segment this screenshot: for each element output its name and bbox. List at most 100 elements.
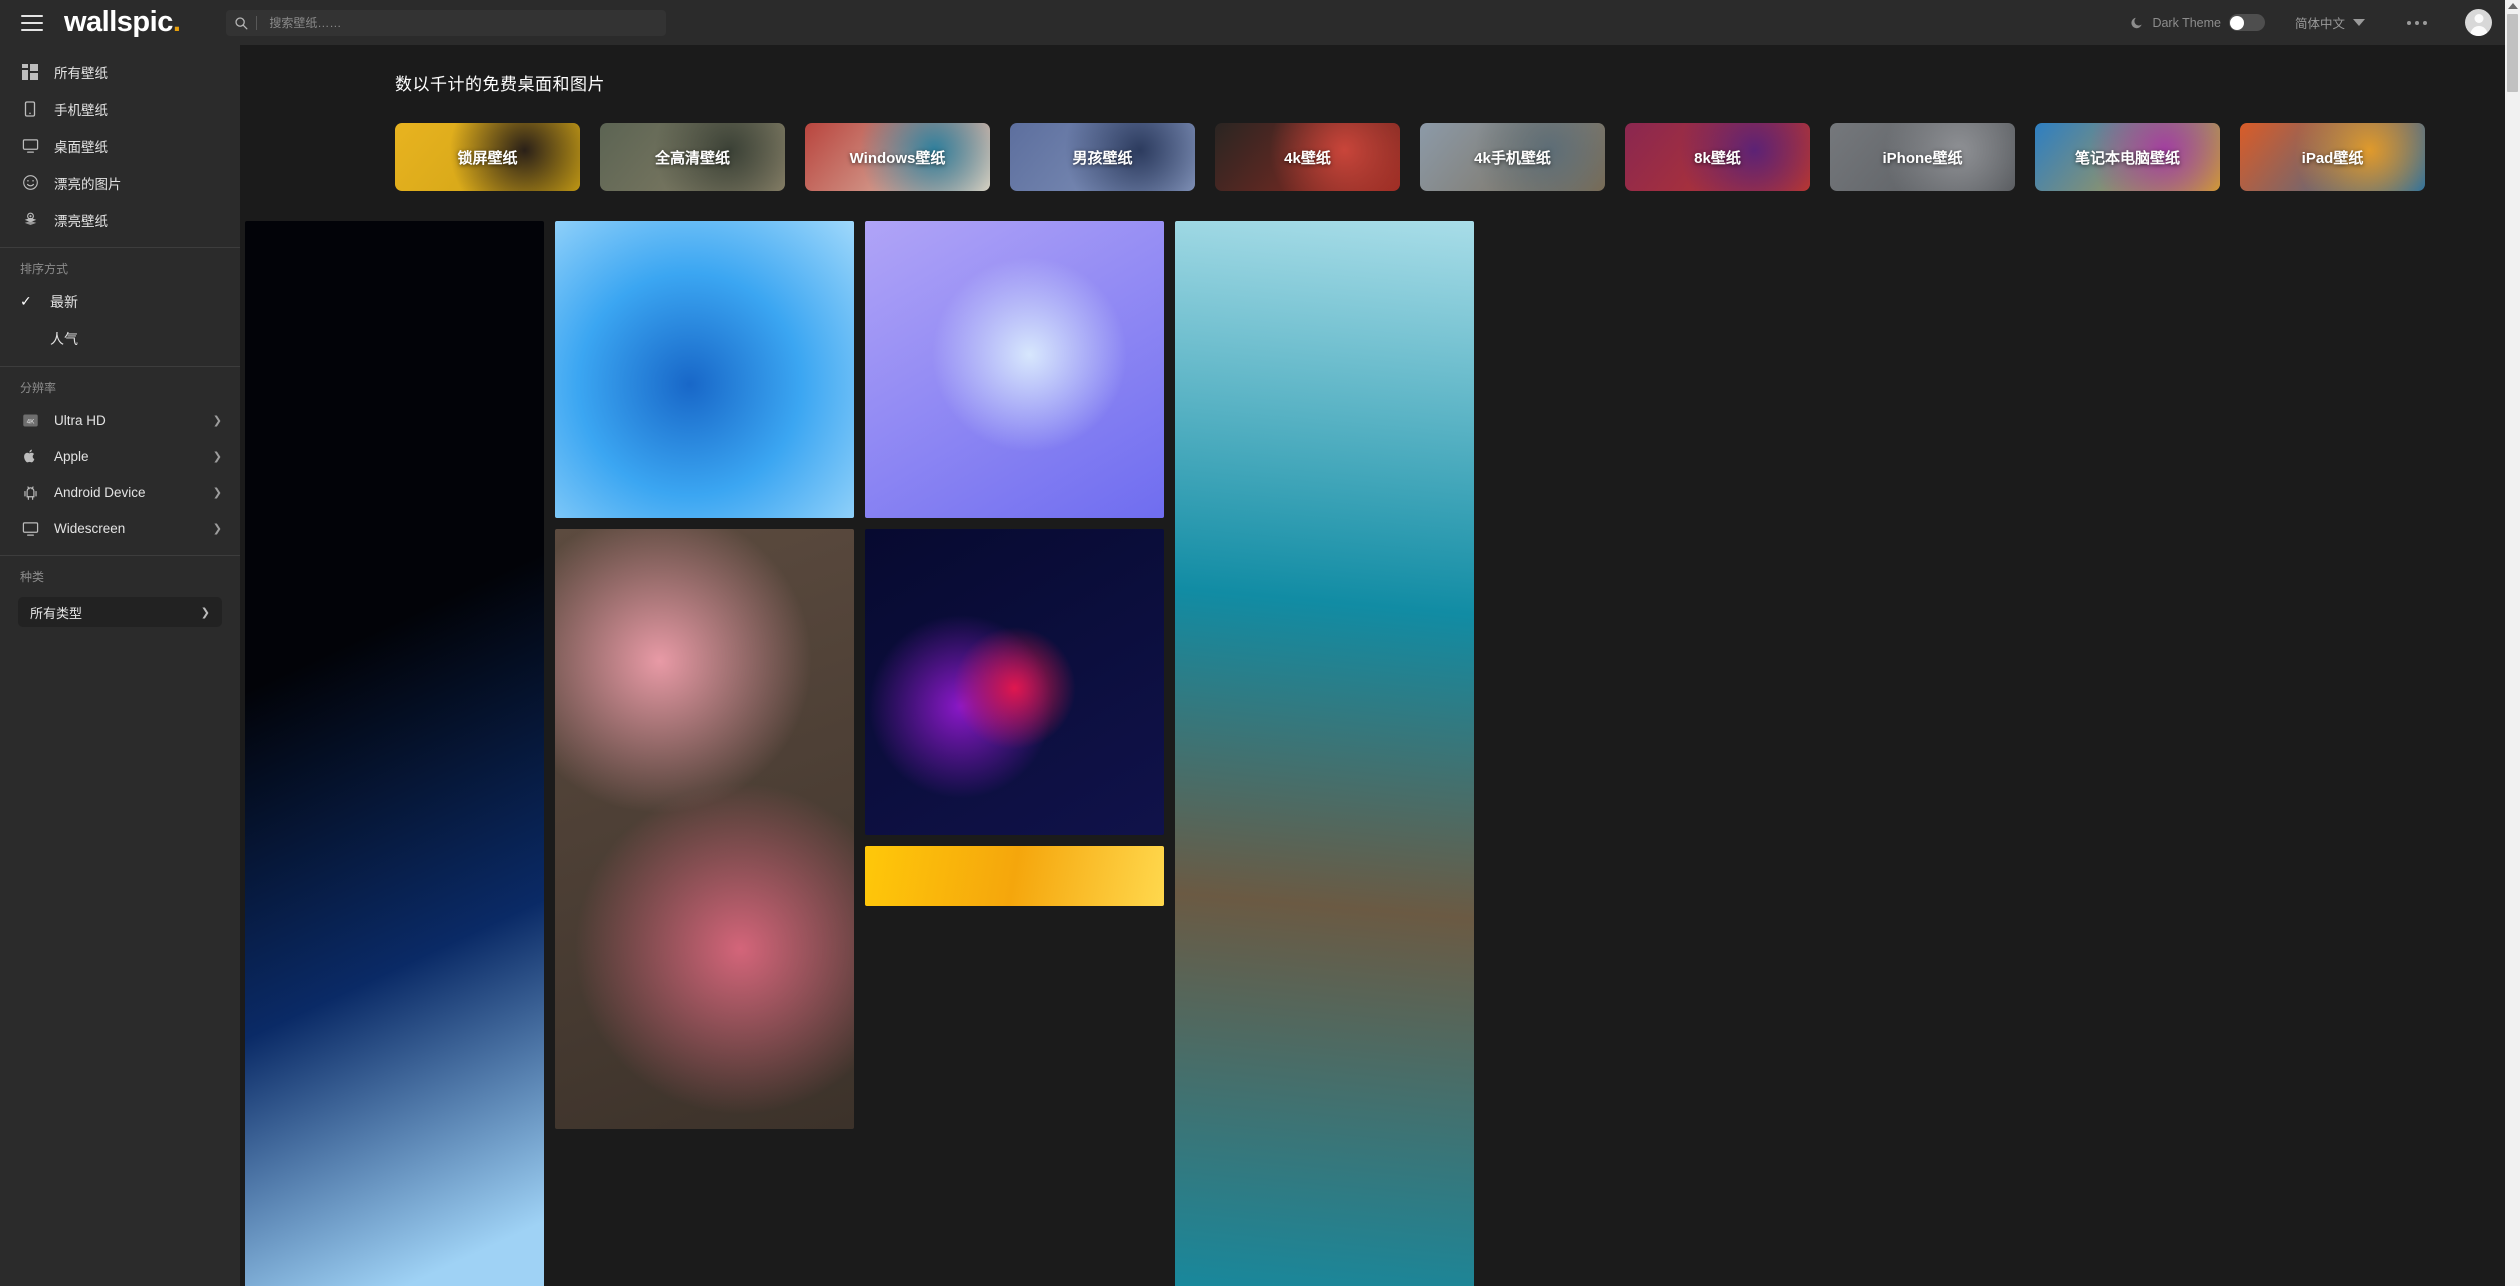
sidebar-item-label: 手机壁纸 [54, 102, 108, 118]
crystal-cube-wallpaper[interactable] [245, 221, 544, 1286]
chevron-down-icon [2353, 19, 2365, 26]
top-right-controls: Dark Theme 简体中文 [2130, 0, 2520, 45]
yellow-wallpaper[interactable] [865, 846, 1164, 906]
search-bar[interactable] [226, 9, 667, 36]
chip-label: 笔记本电脑壁纸 [2074, 149, 2180, 167]
monitor-icon [20, 518, 40, 538]
app-logo[interactable]: wallspic. [64, 6, 181, 39]
flower-icon [20, 210, 40, 230]
sidebar-item-desktop-wallpapers[interactable]: 桌面壁纸 [0, 127, 240, 164]
resolution-section-title: 分辨率 [20, 381, 57, 395]
resolution-item-label: Widescreen [54, 520, 126, 536]
chip-label: iPhone壁纸 [1882, 149, 1963, 167]
chevron-down-icon: ❯ [212, 486, 222, 499]
category-chip[interactable]: iPad壁纸 [2240, 123, 2425, 191]
gallery-column [555, 221, 854, 1286]
scroll-up-arrow-icon[interactable] [2507, 3, 2518, 9]
sidebar: 所有壁纸 手机壁纸 桌面壁纸 漂亮的图片 漂亮壁纸 排序方式 ✓ 最新 人气 分… [0, 45, 240, 1286]
gallery-column [245, 221, 544, 1286]
svg-text:4K: 4K [26, 418, 35, 425]
chevron-down-icon: ❯ [212, 450, 222, 463]
sort-option-label: 人气 [50, 330, 78, 347]
chip-label: 锁屏壁纸 [457, 149, 518, 167]
resolution-item-widescreen[interactable]: Widescreen ❯ [0, 510, 240, 546]
sidebar-item-all-wallpapers[interactable]: 所有壁纸 [0, 53, 240, 90]
wallpaper-gallery [240, 191, 2505, 1286]
sort-section-title: 排序方式 [20, 262, 69, 276]
scrollbar-thumb[interactable] [2507, 14, 2518, 92]
chip-label: 男孩壁纸 [1072, 149, 1133, 167]
resolution-item-label: Ultra HD [54, 412, 106, 428]
category-chip-row: 锁屏壁纸 全高清壁纸 Windows壁纸 男孩壁纸 4k壁纸 4k手机壁纸 8k壁纸 iPho… [240, 95, 2505, 191]
pink-roses-wallpaper[interactable] [555, 529, 854, 1129]
purple-glass-wallpaper[interactable] [865, 221, 1164, 518]
category-chip[interactable]: iPhone壁纸 [1830, 123, 2015, 191]
monitor-icon [20, 136, 40, 156]
ellipsis-icon[interactable] [2407, 20, 2427, 25]
resolution-item-ultra-hd[interactable]: 4K Ultra HD ❯ [0, 402, 240, 438]
resolution-item-label: Android Device [54, 484, 146, 500]
coastal-cliff-wallpaper[interactable] [1175, 221, 1474, 1286]
category-select-value: 所有类型 [30, 605, 83, 621]
sidebar-item-phone-wallpapers[interactable]: 手机壁纸 [0, 90, 240, 127]
sidebar-item-beautiful-wallpapers[interactable]: 漂亮壁纸 [0, 201, 240, 238]
category-chip[interactable]: 4k手机壁纸 [1420, 123, 1605, 191]
rog-neon-wallpaper[interactable] [865, 529, 1164, 835]
category-chip[interactable]: 笔记本电脑壁纸 [2035, 123, 2220, 191]
search-input[interactable] [257, 15, 667, 30]
category-chip[interactable]: 男孩壁纸 [1010, 123, 1195, 191]
resolution-item-android[interactable]: Android Device ❯ [0, 474, 240, 510]
chevron-down-icon: ❯ [200, 606, 210, 619]
category-chip[interactable]: 全高清壁纸 [600, 123, 785, 191]
chip-label: Windows壁纸 [849, 149, 946, 167]
moon-icon [2130, 16, 2144, 30]
top-bar: wallspic. Dark Theme 简体中文 [0, 0, 2520, 45]
phone-icon [20, 99, 40, 119]
gallery-column [865, 221, 1164, 1286]
logo-dot: . [172, 6, 181, 38]
dark-theme-label: Dark Theme [2152, 15, 2221, 30]
dark-theme-control[interactable]: Dark Theme [2130, 14, 2265, 31]
logo-text: wallspic [64, 6, 173, 38]
grid-icon [20, 62, 40, 82]
page-scrollbar[interactable] [2505, 0, 2520, 1286]
category-chip[interactable]: 锁屏壁纸 [395, 123, 580, 191]
apple-icon [20, 446, 40, 466]
4k-icon: 4K [20, 410, 40, 430]
category-select[interactable]: 所有类型 ❯ [18, 597, 222, 627]
page-title: 数以千计的免费桌面和图片 [395, 75, 605, 94]
resolution-item-label: Apple [54, 448, 89, 464]
android-icon [20, 482, 40, 502]
blue-fur-knot-wallpaper[interactable] [555, 221, 854, 518]
dark-theme-toggle[interactable] [2228, 14, 2265, 31]
resolution-item-apple[interactable]: Apple ❯ [0, 438, 240, 474]
sidebar-item-label: 所有壁纸 [54, 65, 108, 81]
category-chip[interactable]: Windows壁纸 [805, 123, 990, 191]
chip-label: iPad壁纸 [2301, 149, 2364, 167]
search-icon [226, 16, 256, 30]
hamburger-menu-icon[interactable] [10, 0, 54, 45]
category-section-title: 种类 [20, 570, 45, 584]
language-label: 简体中文 [2294, 17, 2345, 31]
chip-label: 全高清壁纸 [654, 149, 730, 167]
smiley-icon [20, 173, 40, 193]
sidebar-item-label: 桌面壁纸 [54, 139, 108, 155]
chip-label: 4k手机壁纸 [1474, 149, 1551, 167]
user-avatar[interactable] [2465, 9, 2492, 36]
sidebar-item-label: 漂亮壁纸 [54, 213, 108, 229]
sidebar-item-label: 漂亮的图片 [54, 176, 122, 192]
sort-option-newest[interactable]: ✓ 最新 [0, 283, 240, 320]
category-chip[interactable]: 8k壁纸 [1625, 123, 1810, 191]
sort-option-popular[interactable]: ✓ 人气 [0, 320, 240, 357]
main-content: 数以千计的免费桌面和图片 锁屏壁纸 全高清壁纸 Windows壁纸 男孩壁纸 4k壁纸 4… [240, 45, 2505, 1286]
chip-label: 8k壁纸 [1694, 149, 1741, 167]
chip-label: 4k壁纸 [1284, 149, 1331, 167]
toggle-knob [2230, 15, 2245, 30]
category-chip[interactable]: 4k壁纸 [1215, 123, 1400, 191]
gallery-column [1175, 221, 1474, 1286]
check-icon: ✓ [20, 293, 32, 309]
sidebar-item-beautiful-pictures[interactable]: 漂亮的图片 [0, 164, 240, 201]
chevron-down-icon: ❯ [212, 414, 222, 427]
language-selector[interactable]: 简体中文 [2295, 13, 2365, 32]
sort-option-label: 最新 [50, 293, 78, 310]
